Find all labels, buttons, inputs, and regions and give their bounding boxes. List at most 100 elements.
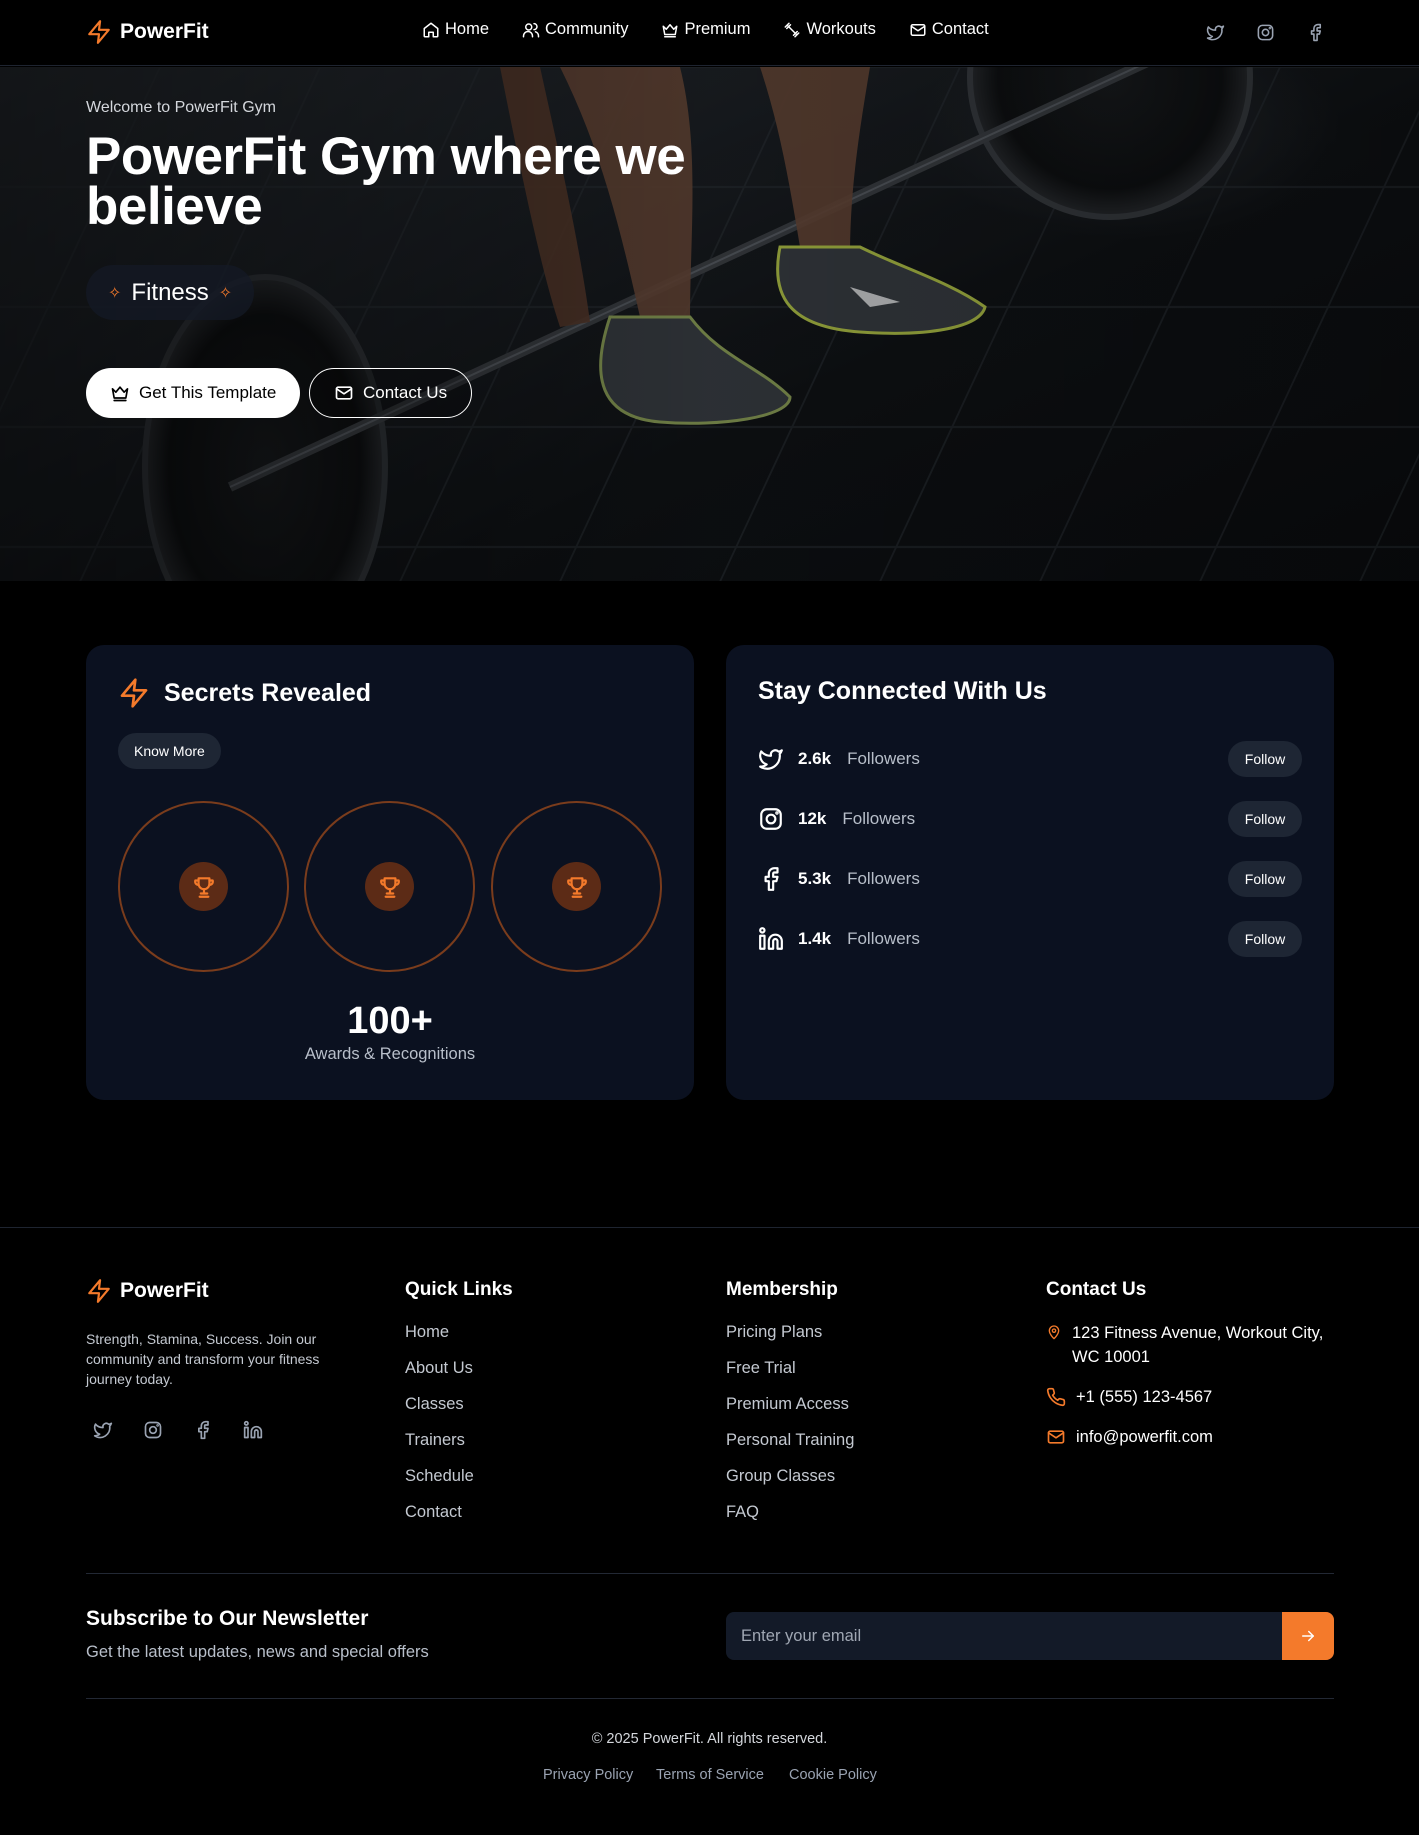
contact-us-label: Contact Us <box>363 383 448 402</box>
newsletter-submit-button[interactable] <box>1282 1612 1334 1660</box>
hero-title: PowerFit Gym where we believe <box>86 127 686 236</box>
users-icon <box>522 22 540 37</box>
cookie-policy-link[interactable]: Cookie Policy <box>789 1767 877 1783</box>
lightning-icon <box>120 678 148 708</box>
instagram-icon[interactable] <box>1256 23 1275 42</box>
contact-us-button[interactable]: Contact Us <box>309 368 473 418</box>
nav-home[interactable]: Home <box>422 20 489 39</box>
footer-link-about[interactable]: About Us <box>405 1359 473 1378</box>
footer-link-schedule[interactable]: Schedule <box>405 1467 474 1486</box>
awards-label: Awards & Recognitions <box>304 1045 476 1063</box>
footer-brand[interactable]: PowerFit <box>86 1278 209 1304</box>
follow-linkedin-button[interactable]: Follow <box>1228 921 1302 957</box>
nav-contact-label: Contact <box>931 20 989 38</box>
facebook-icon <box>764 867 779 891</box>
nav-community-label: Community <box>545 20 629 38</box>
fitness-pill-label: Fitness <box>131 278 209 306</box>
secrets-card: Secrets Revealed Know More 100+ Awards &… <box>86 645 694 1100</box>
nav-workouts[interactable]: Workouts <box>783 20 876 39</box>
trophy-icon <box>193 876 214 898</box>
footer-description: Strength, Stamina, Success. Join our com… <box>86 1331 320 1387</box>
follower-count: 2.6k <box>798 749 832 768</box>
home-icon <box>423 22 439 37</box>
footer-link-contact[interactable]: Contact <box>405 1503 462 1522</box>
footer-link-classes[interactable]: Classes <box>405 1395 464 1414</box>
sparkle-icon: ✧ <box>218 284 233 302</box>
footer-brand-name: PowerFit <box>120 1279 209 1302</box>
trophy-badge <box>365 862 414 911</box>
mail-icon <box>335 386 353 400</box>
footer-link-group-classes[interactable]: Group Classes <box>726 1467 835 1486</box>
brand-name: PowerFit <box>120 20 209 43</box>
secrets-title: Secrets Revealed <box>164 678 372 707</box>
award-circle <box>491 801 662 972</box>
contact-phone-text: +1 (555) 123-4567 <box>1076 1388 1213 1406</box>
follower-count: 12k <box>798 809 827 828</box>
footer-link-pricing[interactable]: Pricing Plans <box>726 1323 822 1342</box>
footer-link-home[interactable]: Home <box>405 1323 449 1342</box>
brand-logo[interactable]: PowerFit <box>86 19 209 45</box>
contact-email[interactable]: info@powerfit.com <box>1046 1425 1213 1449</box>
trophy-icon <box>379 876 400 898</box>
social-row-twitter: 2.6k Followers Follow <box>758 741 1302 777</box>
nav-contact[interactable]: Contact <box>909 20 989 39</box>
footer-link-personal-training[interactable]: Personal Training <box>726 1431 854 1450</box>
facebook-icon[interactable] <box>1306 23 1325 42</box>
social-row-linkedin: 1.4k Followers Follow <box>758 921 1302 957</box>
fitness-pill: ✧ Fitness ✧ <box>86 265 255 320</box>
mail-icon <box>910 23 926 36</box>
phone-icon <box>1046 1387 1066 1407</box>
awards-count: 100+ <box>347 1000 433 1042</box>
sparkle-icon: ✧ <box>108 284 122 302</box>
secrets-header: Secrets Revealed <box>118 677 371 709</box>
privacy-policy-link[interactable]: Privacy Policy <box>543 1767 633 1783</box>
lightning-icon <box>88 1279 110 1303</box>
arrow-right-icon <box>1302 1630 1314 1642</box>
footer-divider <box>0 1227 1419 1228</box>
linkedin-icon[interactable] <box>243 1420 263 1440</box>
get-template-label: Get This Template <box>139 383 277 402</box>
get-template-button[interactable]: Get This Template <box>86 368 301 418</box>
connected-header: Stay Connected With Us <box>758 677 1047 706</box>
award-circle <box>304 801 475 972</box>
top-navbar: PowerFit Home Community Premium Workouts… <box>0 0 1419 66</box>
newsletter-email-input[interactable] <box>726 1612 1282 1660</box>
trophy-icon <box>566 876 587 898</box>
connected-title: Stay Connected With Us <box>758 677 1047 705</box>
know-more-button[interactable]: Know More <box>118 733 221 769</box>
follower-count: 5.3k <box>798 869 832 888</box>
quick-links-title: Quick Links <box>405 1279 513 1300</box>
footer-link-free-trial[interactable]: Free Trial <box>726 1359 796 1378</box>
footer-link-faq[interactable]: FAQ <box>726 1503 759 1522</box>
nav-community[interactable]: Community <box>522 20 628 39</box>
lightning-icon <box>88 20 110 44</box>
nav-workouts-label: Workouts <box>806 20 876 38</box>
follower-label: Followers <box>847 929 920 948</box>
terms-of-service-link[interactable]: Terms of Service <box>656 1767 764 1783</box>
facebook-icon[interactable] <box>193 1420 213 1440</box>
contact-address: 123 Fitness Avenue, Workout City, WC 100… <box>1046 1321 1336 1369</box>
contact-phone[interactable]: +1 (555) 123-4567 <box>1046 1385 1212 1409</box>
twitter-icon[interactable] <box>93 1420 113 1440</box>
contact-email-text: info@powerfit.com <box>1076 1428 1213 1446</box>
footer-divider <box>86 1698 1334 1699</box>
nav-links: Home Community Premium Workouts Contact <box>422 20 989 39</box>
follower-label: Followers <box>847 869 920 888</box>
contact-title: Contact Us <box>1046 1279 1147 1300</box>
instagram-icon[interactable] <box>143 1420 163 1440</box>
footer-link-trainers[interactable]: Trainers <box>405 1431 465 1450</box>
follow-twitter-button[interactable]: Follow <box>1228 741 1302 777</box>
follower-count: 1.4k <box>798 929 832 948</box>
map-pin-icon <box>1048 1325 1060 1340</box>
twitter-icon[interactable] <box>1206 23 1225 42</box>
footer-link-premium[interactable]: Premium Access <box>726 1395 849 1414</box>
stay-connected-card: Stay Connected With Us 2.6k Followers Fo… <box>726 645 1334 1100</box>
footer-divider <box>86 1573 1334 1574</box>
nav-premium[interactable]: Premium <box>661 20 750 39</box>
follower-label: Followers <box>842 809 916 828</box>
twitter-icon <box>759 749 783 770</box>
follow-facebook-button[interactable]: Follow <box>1228 861 1302 897</box>
follow-instagram-button[interactable]: Follow <box>1228 801 1302 837</box>
contact-address-text: 123 Fitness Avenue, Workout City, WC 100… <box>1072 1324 1324 1366</box>
newsletter-subtitle: Get the latest updates, news and special… <box>86 1643 429 1661</box>
